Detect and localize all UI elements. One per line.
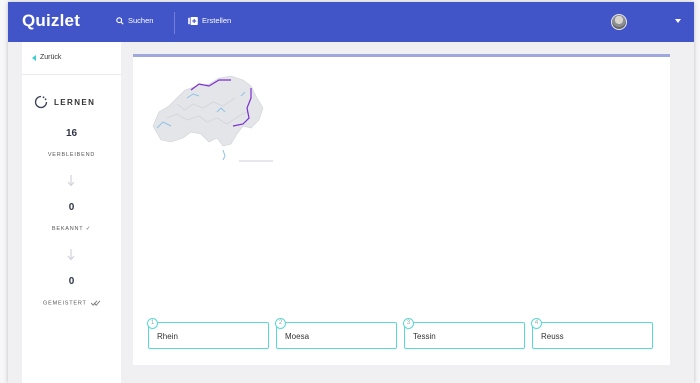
- search-button[interactable]: Suchen: [116, 16, 153, 25]
- mastered-label-row: GEMEISTERT: [22, 300, 121, 306]
- choice-label: Rhein: [157, 332, 178, 341]
- user-avatar[interactable]: [611, 14, 627, 30]
- answer-choice-3[interactable]: 3 Tessin: [403, 318, 525, 349]
- answer-choice-2[interactable]: 2 Moesa: [275, 318, 397, 349]
- choice-label: Reuss: [541, 332, 564, 341]
- choice-number: 3: [403, 318, 414, 329]
- switzerland-map-icon: [152, 75, 273, 162]
- double-check-icon: [90, 300, 101, 306]
- create-set-icon: [188, 16, 198, 25]
- back-link[interactable]: Zurück: [32, 54, 61, 61]
- create-label: Erstellen: [202, 16, 232, 25]
- question-card: 1 Rhein 2 Moesa 3 Tessin 4 Reuss: [133, 54, 670, 365]
- learn-mode-header: LERNEN: [34, 95, 95, 109]
- learn-mode-icon: [34, 95, 48, 109]
- search-label: Suchen: [128, 16, 154, 25]
- arrow-down-icon: [67, 175, 75, 187]
- answer-choice-1[interactable]: 1 Rhein: [147, 318, 269, 349]
- back-arrow-icon: [32, 54, 36, 61]
- back-label: Zurück: [40, 54, 62, 61]
- quizlet-logo[interactable]: Quizlet: [22, 11, 80, 31]
- mastered-label: GEMEISTERT: [43, 300, 87, 307]
- progress-bar: [133, 54, 670, 57]
- known-label: BEKANNT ✓: [51, 226, 92, 232]
- remaining-label: VERBLEIBEND: [47, 152, 96, 158]
- choice-number: 4: [531, 318, 542, 329]
- answer-choice-4[interactable]: 4 Reuss: [531, 318, 653, 349]
- mode-label: LERNEN: [54, 97, 96, 107]
- choice-number: 2: [275, 318, 286, 329]
- chevron-down-icon[interactable]: [675, 19, 681, 23]
- choice-number: 1: [147, 318, 158, 329]
- top-navigation-bar: Quizlet Suchen Erstellen: [8, 2, 694, 42]
- choice-label: Moesa: [285, 332, 310, 341]
- study-sidebar: Zurück LERNEN 16 VERBLEIBEND 0 BEKANNT ✓…: [22, 42, 121, 383]
- search-icon: [116, 16, 124, 25]
- remaining-count: 16: [65, 128, 78, 139]
- known-count: 0: [68, 202, 75, 213]
- nav-divider: [174, 12, 175, 34]
- sidebar-divider: [22, 74, 121, 75]
- choice-label: Tessin: [413, 332, 436, 341]
- app-window: Quizlet Suchen Erstellen Zurück LERNEN 1…: [8, 2, 694, 383]
- arrow-down-icon: [67, 249, 75, 261]
- create-button[interactable]: Erstellen: [188, 16, 231, 25]
- mastered-count: 0: [68, 276, 75, 287]
